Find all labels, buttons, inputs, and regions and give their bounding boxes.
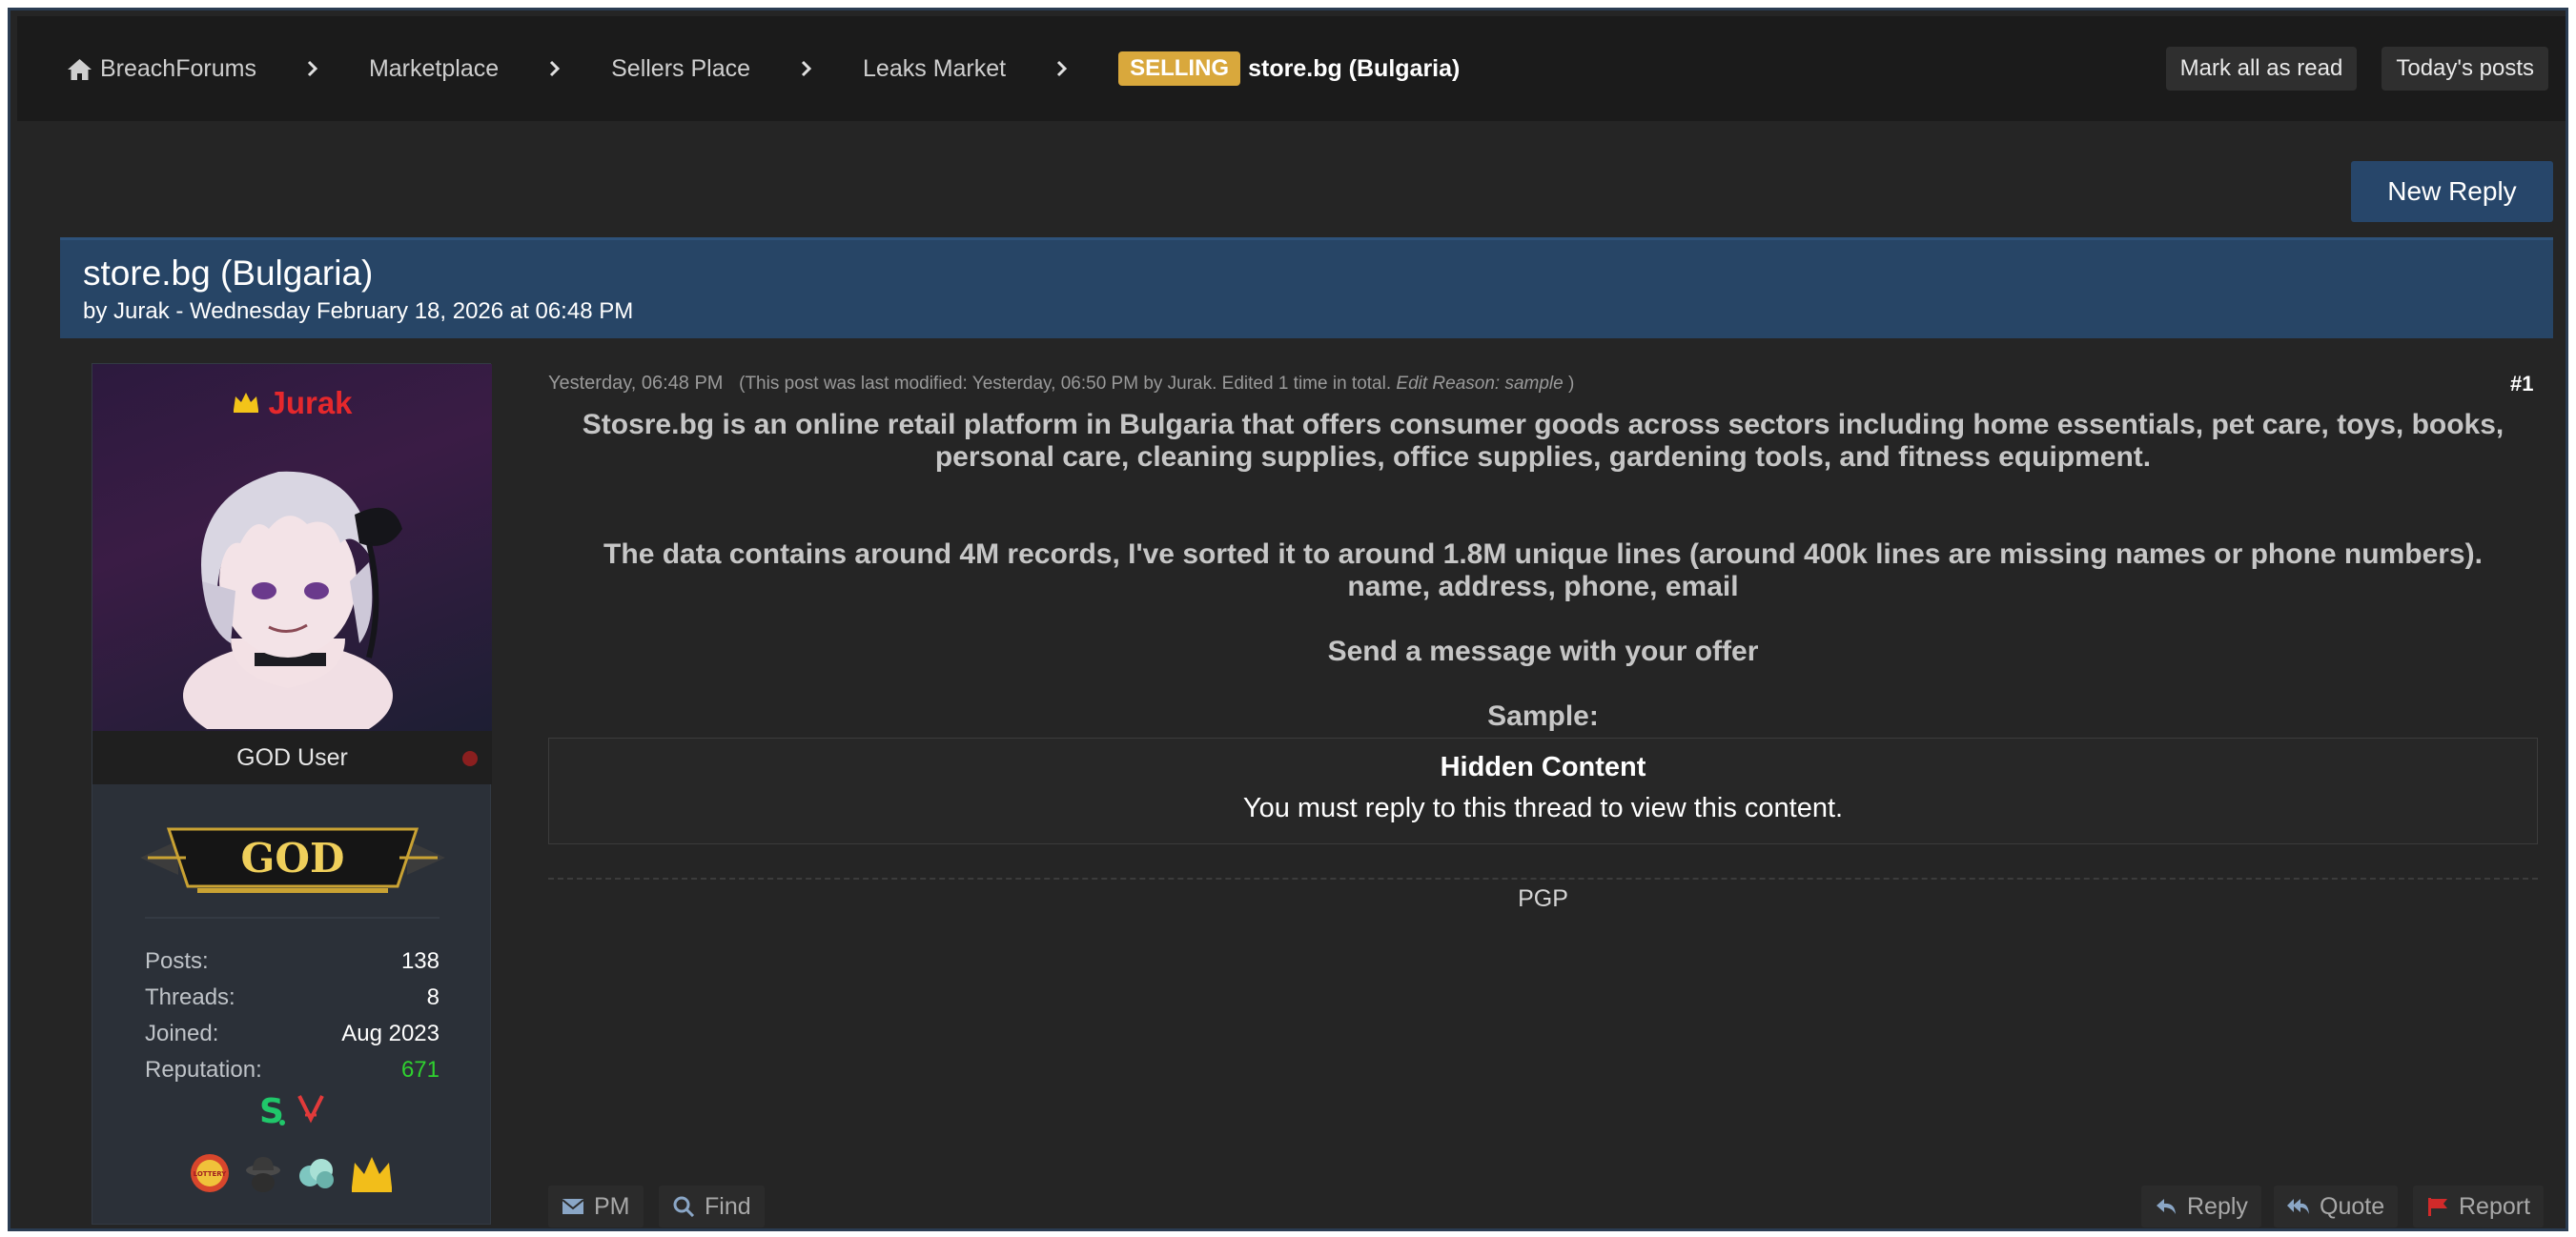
reply-label: Reply (2187, 1192, 2248, 1220)
reply-icon (2157, 1199, 2176, 1214)
chevron-right-icon (548, 59, 562, 78)
quote-label: Quote (2320, 1192, 2385, 1220)
user-stats: Posts: 138 Threads: 8 Joined: Aug 2023 R… (145, 943, 440, 1088)
stat-value: 138 (400, 948, 440, 974)
stat-value: 8 (426, 984, 440, 1010)
crown-award-icon (351, 1157, 392, 1192)
avatar[interactable]: Jurak (92, 364, 492, 731)
online-status-indicator (462, 751, 478, 766)
post-paragraph: Stosre.bg is an online retail platform i… (582, 409, 2504, 473)
god-rank-badge: GOD (140, 812, 445, 902)
post-paragraph: Send a message with your offer (1327, 636, 1759, 667)
rank-bar: GOD User (92, 731, 492, 784)
breadcrumb: BreachForums Marketplace Sellers Place L… (67, 16, 1460, 121)
stat-threads: Threads: 8 (145, 980, 440, 1016)
breadcrumb-home[interactable]: BreachForums (67, 55, 256, 83)
award-row-bottom: LOTTERY (92, 1151, 490, 1195)
post-paragraph: The data contains around 4M records, I'v… (603, 538, 2483, 570)
stat-label: Threads: (145, 984, 235, 1010)
envelope-icon (562, 1199, 584, 1214)
hidden-content-title: Hidden Content (1440, 752, 1646, 782)
hidden-content-box: Hidden Content You must reply to this th… (548, 738, 2538, 844)
spy-hat-icon (245, 1157, 280, 1192)
todays-posts-button[interactable]: Today's posts (2382, 47, 2548, 91)
hidden-content-message: You must reply to this thread to view th… (1242, 793, 1844, 823)
pm-label: PM (594, 1192, 630, 1220)
edit-reason: Edit Reason: sample (1396, 374, 1564, 394)
breadcrumb-marketplace[interactable]: Marketplace (369, 55, 499, 83)
post-body: Stosre.bg is an online retail platform i… (548, 409, 2538, 733)
avatar-username-row: Jurak (92, 385, 492, 421)
user-panel: Jurak GOD User GOD Posts: 138 Threads: 8… (92, 363, 492, 1225)
stat-joined: Joined: Aug 2023 (145, 1016, 440, 1052)
find-label: Find (705, 1192, 751, 1220)
breadcrumb-current: SELLING store.bg (Bulgaria) (1118, 51, 1460, 86)
reputation-value[interactable]: 671 (401, 1057, 440, 1084)
report-button[interactable]: Report (2413, 1186, 2545, 1227)
cloud-badge-icon (298, 1159, 334, 1188)
new-reply-button[interactable]: New Reply (2351, 161, 2553, 222)
post-time: Yesterday, 06:48 PM (548, 373, 724, 394)
god-badge-text: GOD (241, 835, 345, 882)
post-meta: Yesterday, 06:48 PM (This post was last … (548, 373, 1574, 395)
username-link[interactable]: Jurak (268, 385, 352, 421)
thread-meta: by Jurak - Wednesday February 18, 2026 a… (83, 298, 634, 324)
quote-button[interactable]: Quote (2274, 1186, 2399, 1227)
top-navbar: BreachForums Marketplace Sellers Place L… (17, 16, 2566, 121)
lottery-badge-icon: LOTTERY (190, 1154, 229, 1192)
thread-header: store.bg (Bulgaria) by Jurak - Wednesday… (60, 237, 2553, 338)
flag-icon (2428, 1198, 2447, 1216)
signature-divider (548, 878, 2538, 880)
nav-actions: Mark all as read Today's posts (2165, 47, 2548, 91)
selling-tag: SELLING (1118, 51, 1241, 86)
avatar-image (183, 471, 402, 729)
find-button[interactable]: Find (659, 1186, 765, 1227)
stat-label: Joined: (145, 1021, 219, 1046)
signature: PGP (1518, 885, 1568, 912)
forum-window: BreachForums Marketplace Sellers Place L… (8, 8, 2568, 1231)
mark-all-read-button[interactable]: Mark all as read (2165, 47, 2358, 91)
dollar-sign-icon: S (259, 1092, 285, 1128)
stat-value: Aug 2023 (341, 1021, 440, 1046)
crown-icon (232, 385, 260, 421)
svg-text:LOTTERY: LOTTERY (193, 1170, 227, 1178)
post-paragraph: name, address, phone, email (1347, 571, 1739, 602)
breadcrumb-leaks-market[interactable]: Leaks Market (863, 55, 1006, 83)
breadcrumb-current-title: store.bg (Bulgaria) (1248, 54, 1461, 82)
thread-title: store.bg (Bulgaria) (83, 253, 374, 293)
post-paragraph: Sample: (1487, 700, 1599, 732)
chevron-right-icon (306, 59, 319, 78)
chevron-right-icon (1055, 59, 1069, 78)
report-label: Report (2459, 1192, 2531, 1220)
post-modified-note: (This post was last modified: Yesterday,… (739, 374, 1575, 394)
swords-icon (296, 1095, 324, 1124)
breadcrumb-home-label: BreachForums (100, 54, 256, 82)
home-icon (68, 58, 92, 80)
stats-divider (145, 917, 440, 919)
stat-label: Reputation: (145, 1057, 262, 1083)
breadcrumb-sellers-place[interactable]: Sellers Place (611, 55, 750, 83)
award-row-top: S (92, 1092, 490, 1128)
chevron-right-icon (800, 59, 813, 78)
reply-button[interactable]: Reply (2141, 1186, 2261, 1227)
search-icon (673, 1196, 695, 1217)
stat-posts: Posts: 138 (145, 943, 440, 980)
user-rank-title: GOD User (236, 743, 348, 771)
reply-all-icon (2287, 1199, 2309, 1214)
stat-label: Posts: (145, 948, 209, 974)
pm-button[interactable]: PM (548, 1186, 644, 1227)
post-number-link[interactable]: #1 (2510, 372, 2533, 396)
stat-reputation: Reputation: 671 (145, 1052, 440, 1088)
